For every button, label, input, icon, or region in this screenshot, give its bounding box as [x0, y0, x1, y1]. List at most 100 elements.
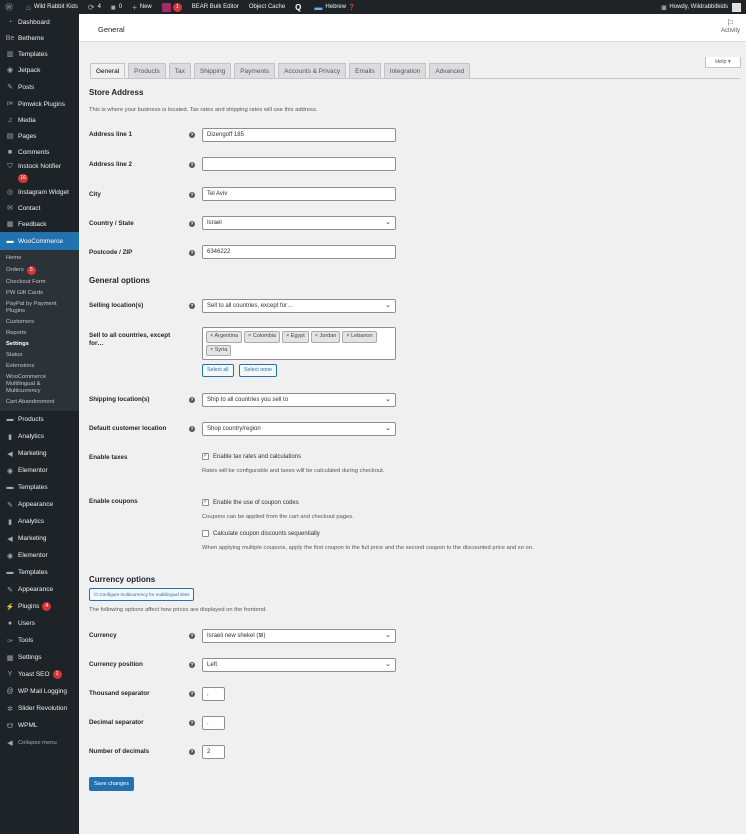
sidebar-bottom-slider-revolution[interactable]: ✲ Slider Revolution [0, 700, 79, 717]
city-input[interactable]: Tel Aviv [202, 187, 396, 201]
sidebar-bottom-settings[interactable]: ▦ Settings [0, 649, 79, 666]
postcode-input[interactable]: 6346222 [202, 245, 396, 259]
user-account[interactable]: ◙ Howdy, Wildrabbitkids [657, 0, 746, 14]
sequential-coupons-checkbox[interactable]: Calculate coupon discounts sequentially [202, 530, 320, 537]
help-icon[interactable]: ? [189, 132, 195, 138]
country-chip[interactable]: × Lebanon [342, 331, 377, 343]
sidebar-bottom-wp-mail-logging[interactable]: @ WP Mail Logging [0, 683, 79, 700]
sidebar-bottom-analytics[interactable]: ▮ Analytics [0, 428, 79, 445]
sidebar-item-posts[interactable]: ✎ Posts [0, 78, 79, 96]
submenu-item-settings[interactable]: Settings [0, 339, 79, 350]
address1-input[interactable]: Dizengoff 185 [202, 128, 396, 142]
sidebar-bottom-marketing[interactable]: ◀ Marketing [0, 445, 79, 462]
updates-link[interactable]: ⟳ 4 [83, 0, 106, 14]
currency-select[interactable]: Israeli new shekel (₪) ⌄ [202, 629, 396, 643]
sidebar-item-media[interactable]: ♫ Media [0, 112, 79, 128]
help-button[interactable]: Help ▾ [705, 57, 741, 68]
tab-shipping[interactable]: Shipping [193, 63, 232, 78]
address2-input[interactable] [202, 157, 396, 171]
submenu-item-extensions[interactable]: Extensions [0, 361, 79, 372]
enable-taxes-checkbox[interactable]: ✓ Enable tax rates and calculations [202, 453, 301, 460]
sidebar-bottom-marketing[interactable]: ◀ Marketing [0, 530, 79, 547]
bear-bulk-editor-link[interactable]: BEAR Bulk Editor [187, 0, 244, 14]
sidebar-bottom-collapse-menu[interactable]: ◀ Collapse menu [0, 734, 79, 751]
help-icon[interactable]: ? [189, 303, 195, 309]
submenu-item-home[interactable]: Home [0, 253, 79, 264]
yoast-adminbar[interactable]: 1 [157, 0, 187, 14]
select-none-button[interactable]: Select none [239, 364, 277, 377]
sidebar-item-jetpack[interactable]: ◉ Jetpack [0, 62, 79, 78]
sidebar-bottom-appearance[interactable]: ✎ Appearance [0, 496, 79, 513]
submenu-item-status[interactable]: Status [0, 350, 79, 361]
help-icon[interactable]: ? [189, 426, 195, 432]
configure-multicurrency-button[interactable]: ☋ Configure multicurrency for multilingu… [89, 588, 195, 601]
tab-integration[interactable]: Integration [383, 63, 427, 78]
sidebar-bottom-products[interactable]: ▬ Products [0, 411, 79, 428]
country-select[interactable]: Israel ⌄ [202, 216, 396, 230]
site-name-link[interactable]: ⌂ Wild Rabbit Kids [21, 0, 83, 14]
sidebar-item-pages[interactable]: ▤ Pages [0, 128, 79, 144]
help-icon[interactable]: ? [189, 720, 195, 726]
object-cache-link[interactable]: Object Cache [244, 0, 290, 14]
sidebar-item-woocommerce[interactable]: ▬ WooCommerce [0, 232, 79, 250]
sidebar-bottom-analytics[interactable]: ▮ Analytics [0, 513, 79, 530]
sidebar-item-dashboard[interactable]: ◔ Dashboard [0, 14, 79, 30]
sidebar-bottom-elementor[interactable]: ◉ Elementor [0, 547, 79, 564]
help-icon[interactable]: ? [189, 192, 195, 198]
submenu-item-pw-gift-cards[interactable]: PW Gift Cards [0, 288, 79, 299]
selling-location-select[interactable]: Sell to all countries, except for… ⌄ [202, 299, 396, 313]
default-customer-location-select[interactable]: Shop country/region ⌄ [202, 422, 396, 436]
submenu-item-checkout-form[interactable]: Checkout Form [0, 277, 79, 288]
currency-position-select[interactable]: Left ⌄ [202, 658, 396, 672]
sidebar-item-contact[interactable]: ✉ Contact [0, 200, 79, 216]
submenu-item-cart-abandonment[interactable]: Cart Abandonment [0, 397, 79, 408]
wordpress-logo[interactable]: Ⓦ [0, 0, 21, 14]
help-icon[interactable]: ? [189, 221, 195, 227]
help-icon[interactable]: ? [189, 397, 195, 403]
tab-payments[interactable]: Payments [234, 63, 276, 78]
tab-products[interactable]: Products [128, 63, 166, 78]
sidebar-bottom-appearance[interactable]: ✎ Appearance [0, 581, 79, 598]
sidebar-item-instagram-widget[interactable]: ◎ Instagram Widget [0, 184, 79, 200]
enable-coupons-checkbox[interactable]: ✓ Enable the use of coupon codes [202, 499, 299, 506]
help-icon[interactable]: ? [189, 250, 195, 256]
sidebar-item-instock-notifier[interactable]: ⛉ Instock Notifier 16 [0, 160, 79, 184]
submenu-item-orders[interactable]: Orders 5 [0, 264, 79, 277]
sidebar-bottom-elementor[interactable]: ◉ Elementor [0, 462, 79, 479]
sidebar-item-pimwick-plugins[interactable]: ᵖʷ Pimwick Plugins [0, 96, 79, 112]
tab-emails[interactable]: Emails [349, 63, 381, 78]
number-of-decimals-input[interactable]: 2 [202, 745, 225, 759]
country-chip[interactable]: × Colombia [243, 331, 280, 343]
submenu-item-paypal-by-payment-plugins[interactable]: PayPal by Payment Plugins [0, 299, 79, 317]
help-icon[interactable]: ? [189, 749, 195, 755]
select-all-button[interactable]: Select all [202, 364, 234, 377]
save-changes-button[interactable]: Save changes [89, 777, 134, 791]
shipping-location-select[interactable]: Ship to all countries you sell to ⌄ [202, 393, 396, 407]
country-chip[interactable]: × Egypt [281, 331, 309, 343]
country-chip[interactable]: × Syria [206, 344, 232, 356]
help-icon[interactable]: ? [189, 691, 195, 697]
decimal-separator-input[interactable]: . [202, 716, 225, 730]
sidebar-item-templates[interactable]: ▥ Templates [0, 46, 79, 62]
language-switcher[interactable]: ▬ Hebrew ❓ [309, 0, 360, 14]
tab-tax[interactable]: Tax [168, 63, 191, 78]
sidebar-bottom-yoast-seo[interactable]: Y Yoast SEO 1 [0, 666, 79, 683]
sidebar-item-feedback[interactable]: ▦ Feedback [0, 216, 79, 232]
tab-advanced[interactable]: Advanced [429, 63, 471, 78]
tab-general[interactable]: General [90, 63, 126, 78]
new-content-link[interactable]: + New [127, 0, 157, 14]
sidebar-bottom-templates[interactable]: ▬ Templates [0, 564, 79, 581]
sidebar-bottom-wpml[interactable]: ☋ WPML [0, 717, 79, 734]
query-monitor[interactable]: Q [290, 0, 309, 14]
sidebar-item-comments[interactable]: ■ Comments [0, 144, 79, 160]
sidebar-bottom-templates[interactable]: ▬ Templates [0, 479, 79, 496]
sidebar-bottom-tools[interactable]: ✑ Tools [0, 632, 79, 649]
activity-button[interactable]: ⚐ Activity [721, 19, 740, 35]
help-icon[interactable]: ? [189, 662, 195, 668]
sidebar-bottom-plugins[interactable]: ⚡ Plugins 4 [0, 598, 79, 615]
tab-accounts-privacy[interactable]: Accounts & Privacy [278, 63, 347, 78]
sidebar-item-betheme[interactable]: Be Betheme [0, 30, 79, 46]
help-icon[interactable]: ? [189, 633, 195, 639]
except-countries-select[interactable]: × Argentina × Colombia × Egypt × Jordan × Le… [202, 327, 396, 360]
country-chip[interactable]: × Argentina [206, 331, 242, 343]
